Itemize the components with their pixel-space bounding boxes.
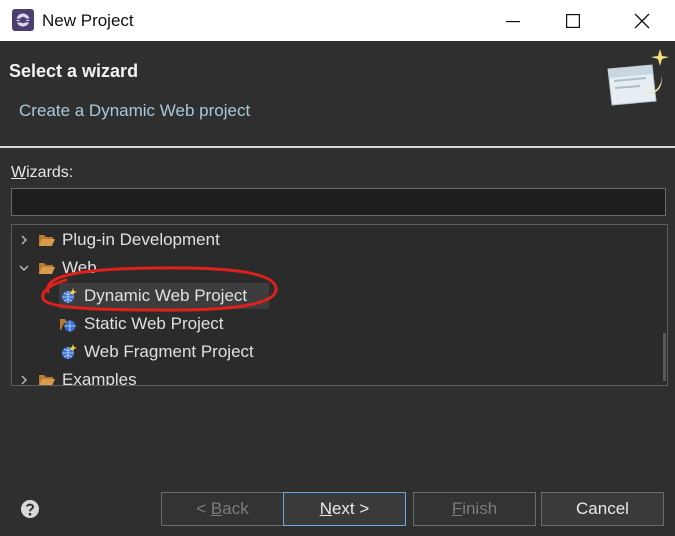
wizard-banner-icon (607, 49, 669, 106)
page-description: Create a Dynamic Web project (19, 101, 251, 120)
finish-button-label: inish (462, 499, 498, 518)
chevron-right-icon[interactable] (16, 372, 32, 386)
tree-item-static-web-project[interactable]: Static Web Project (12, 310, 652, 338)
tree-item-label: Examples (62, 370, 137, 386)
tree-scrollbar[interactable] (663, 333, 666, 381)
title-bar: New Project (0, 0, 675, 41)
help-icon[interactable] (20, 499, 40, 519)
back-button-prefix: < (196, 499, 211, 518)
web-project-icon (62, 288, 77, 303)
page-title: Select a wizard (9, 61, 139, 81)
tree-item-examples[interactable]: Examples (12, 366, 652, 386)
minimize-button[interactable] (483, 0, 543, 41)
wizards-label: Wizards: (11, 164, 73, 182)
folder-open-icon (39, 375, 55, 385)
wizard-header: Select a wizard Create a Dynamic Web pro… (0, 41, 675, 146)
tree-item-label: Web Fragment Project (84, 342, 254, 361)
chevron-down-icon[interactable] (16, 260, 32, 276)
folder-open-icon (39, 235, 55, 246)
minimize-icon (506, 20, 520, 22)
cancel-button[interactable]: Cancel (541, 492, 664, 526)
tree-item-web[interactable]: Web (12, 254, 652, 282)
finish-button[interactable]: Finish (413, 492, 536, 526)
eclipse-app-icon (12, 9, 34, 31)
finish-button-mnemonic: F (451, 499, 463, 518)
tree-item-label: Dynamic Web Project (84, 286, 248, 305)
chevron-right-icon[interactable] (16, 232, 32, 248)
next-button-label: ext > (331, 499, 370, 518)
close-icon (634, 13, 650, 28)
tree-item-label: Static Web Project (84, 314, 224, 333)
back-button[interactable]: < Back (161, 492, 284, 526)
folder-open-icon (39, 263, 55, 274)
tree-item-plugin-development[interactable]: Plug-in Development (12, 226, 652, 254)
window-title: New Project (42, 11, 134, 30)
back-button-label: ack (222, 499, 249, 518)
cancel-button-label: Cancel (576, 499, 629, 518)
tree-item-label: Plug-in Development (62, 230, 220, 249)
wizard-tree[interactable]: Plug-in Development Web Dynamic Web Proj… (11, 224, 668, 386)
tree-item-web-fragment-project[interactable]: Web Fragment Project (12, 338, 652, 366)
next-button[interactable]: Next > (283, 492, 406, 526)
wizards-label-text: izards: (26, 164, 74, 181)
tree-item-dynamic-web-project[interactable]: Dynamic Web Project (12, 282, 652, 310)
wizards-label-mnemonic: W (11, 164, 27, 181)
back-button-mnemonic: B (210, 499, 223, 518)
close-button[interactable] (612, 0, 672, 41)
web-project-icon (60, 319, 76, 332)
maximize-button[interactable] (543, 0, 603, 41)
wizard-filter-input[interactable] (11, 188, 666, 216)
maximize-icon (566, 13, 580, 28)
web-project-icon (62, 344, 77, 359)
tree-item-label: Web (62, 258, 97, 277)
next-button-mnemonic: N (319, 499, 332, 518)
header-separator (0, 146, 675, 148)
